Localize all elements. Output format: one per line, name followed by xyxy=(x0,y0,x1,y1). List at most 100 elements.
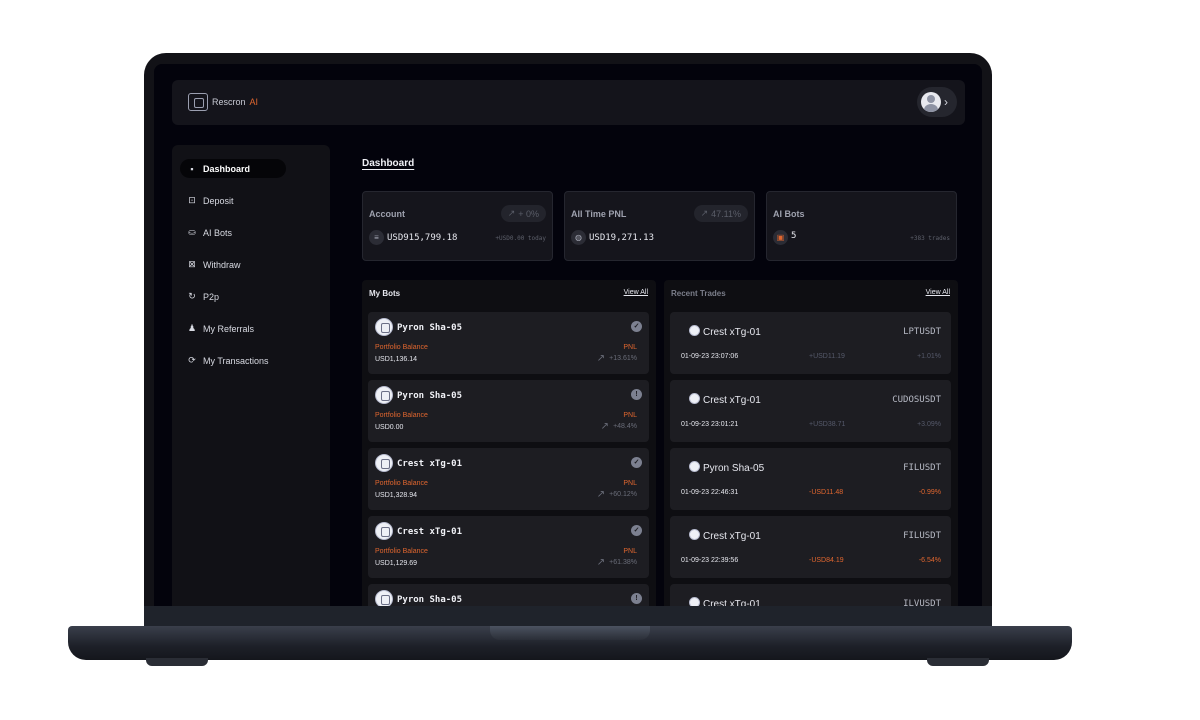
badge-text: + 0% xyxy=(518,208,539,219)
recent-trades-title: Recent Trades xyxy=(671,289,726,298)
trade-amount: +USD38.71 xyxy=(809,421,846,428)
portfolio-balance-label: Portfolio Balance xyxy=(375,480,428,487)
trade-time: 01-09-23 22:39:56 xyxy=(681,557,739,564)
portfolio-balance-value: USD1,129.69 xyxy=(375,560,418,567)
portfolio-balance-label: Portfolio Balance xyxy=(375,548,428,555)
portfolio-balance-value: USD0.00 xyxy=(375,424,404,431)
bot-name: Crest xTg-01 xyxy=(397,459,463,469)
sidebar-item-transactions[interactable]: ⟳ My Transactions xyxy=(180,351,300,370)
sidebar-item-dashboard[interactable]: ▪ Dashboard xyxy=(180,159,286,178)
pnl-label: All Time PNL xyxy=(571,209,627,219)
trend-up-icon: ↗ xyxy=(596,557,606,568)
bot-card[interactable]: Crest xTg-01 ✓ Portfolio Balance PNL USD… xyxy=(368,516,649,578)
robot-logo-icon xyxy=(188,93,208,111)
robot-icon: ▣ xyxy=(773,230,788,245)
sidebar-item-withdraw[interactable]: ⊠ Withdraw xyxy=(180,255,286,274)
pnl-card: All Time PNL ↗ 47.11% ◍ USD19,271.13 xyxy=(564,191,755,261)
trend-up-icon: ↗ xyxy=(596,353,606,364)
alert-icon: ! xyxy=(631,389,642,400)
bot-avatar-icon xyxy=(375,590,393,607)
trade-percent: -0.99% xyxy=(918,489,941,496)
trade-card[interactable]: Crest xTg-01 CUDOSUSDT 01-09-23 23:01:21… xyxy=(670,380,951,442)
bot-card[interactable]: Pyron Sha-05 ! xyxy=(368,584,649,607)
sidebar: ▪ Dashboard ⊡ Deposit ⛀ AI Bots ⊠ Withdr… xyxy=(172,145,330,607)
refresh-icon: ↻ xyxy=(188,291,196,301)
account-today-change: +USD0.00 today xyxy=(495,235,546,242)
wallet-icon: ≡ xyxy=(369,230,384,245)
pnl-label: PNL xyxy=(623,480,637,487)
ai-bots-card: AI Bots ▣ 5 +383 trades xyxy=(766,191,957,261)
trade-percent: +1.01% xyxy=(917,353,941,360)
account-balance: USD915,799.18 xyxy=(387,233,458,243)
trade-pair: LPTUSDT xyxy=(903,327,941,337)
portfolio-balance-label: Portfolio Balance xyxy=(375,344,428,351)
user-avatar-icon xyxy=(921,92,941,112)
deposit-icon: ⊡ xyxy=(188,195,196,205)
bot-card[interactable]: Pyron Sha-05 ✓ Portfolio Balance PNL USD… xyxy=(368,312,649,374)
bot-card[interactable]: Pyron Sha-05 ! Portfolio Balance PNL USD… xyxy=(368,380,649,442)
pnl-percent: +60.12% xyxy=(609,491,637,498)
my-bots-view-all-link[interactable]: View All xyxy=(624,289,648,296)
page-title: Dashboard xyxy=(362,158,415,169)
profile-menu-button[interactable]: › xyxy=(917,87,957,117)
account-change-badge: ↗ + 0% xyxy=(500,205,546,222)
trade-time: 01-09-23 23:07:06 xyxy=(681,353,739,360)
bot-card[interactable]: Crest xTg-01 ✓ Portfolio Balance PNL USD… xyxy=(368,448,649,510)
pnl-value: ↗ +48.4% xyxy=(601,421,637,432)
pnl-value: ↗ +60.12% xyxy=(597,489,637,500)
sidebar-item-ai-bots[interactable]: ⛀ AI Bots xyxy=(180,223,286,242)
withdraw-icon: ⊠ xyxy=(188,259,196,269)
trade-bot-name: Crest xTg-01 xyxy=(703,395,761,406)
trend-up-icon: ↗ xyxy=(600,421,610,432)
trade-percent: -6.54% xyxy=(918,557,941,564)
bot-name: Pyron Sha-05 xyxy=(397,391,463,401)
bot-name: Crest xTg-01 xyxy=(397,527,463,537)
trend-up-icon: ↗ xyxy=(700,208,709,218)
brand-logo[interactable]: Rescron AI xyxy=(188,93,258,111)
trade-card[interactable]: Pyron Sha-05 FILUSDT 01-09-23 22:46:31 -… xyxy=(670,448,951,510)
pnl-value: ↗ +13.61% xyxy=(597,353,637,364)
trade-card[interactable]: Crest xTg-01 ILVUSDT xyxy=(670,584,951,607)
account-label: Account xyxy=(369,209,405,219)
trade-card[interactable]: Crest xTg-01 FILUSDT 01-09-23 22:39:56 -… xyxy=(670,516,951,578)
pnl-value: ↗ +61.38% xyxy=(597,557,637,568)
laptop-foot-left xyxy=(146,658,208,666)
sidebar-item-p2p[interactable]: ↻ P2p xyxy=(180,287,286,306)
trade-amount: -USD11.48 xyxy=(809,489,844,496)
sync-icon: ⟳ xyxy=(188,355,196,365)
my-bots-panel: My Bots View All Pyron Sha-05 ✓ Portfoli… xyxy=(362,280,656,607)
ai-bots-count: 5 xyxy=(791,231,797,241)
sidebar-item-referrals[interactable]: ♟ My Referrals xyxy=(180,319,286,338)
laptop-notch xyxy=(490,626,650,640)
portfolio-balance-label: Portfolio Balance xyxy=(375,412,428,419)
bot-name: Pyron Sha-05 xyxy=(397,323,463,333)
pnl-percent: +61.38% xyxy=(609,559,637,566)
trade-bot-name: Crest xTg-01 xyxy=(703,531,761,542)
trend-up-icon: ↗ xyxy=(596,489,606,500)
verified-check-icon: ✓ xyxy=(631,525,642,536)
verified-check-icon: ✓ xyxy=(631,457,642,468)
pnl-percent: +13.61% xyxy=(609,355,637,362)
laptop-foot-right xyxy=(927,658,989,666)
bot-avatar-icon xyxy=(375,454,393,472)
recent-trades-view-all-link[interactable]: View All xyxy=(926,289,950,296)
brand-ai-suffix: AI xyxy=(249,97,259,107)
top-bar: Rescron AI › xyxy=(172,80,965,125)
my-bots-title: My Bots xyxy=(369,289,401,298)
laptop-hinge xyxy=(144,606,992,628)
trend-up-icon: ↗ xyxy=(507,208,516,218)
stage: Rescron AI › ▪ Dashboard ⊡ Deposit ⛀ AI … xyxy=(0,0,1200,720)
sidebar-item-deposit[interactable]: ⊡ Deposit xyxy=(180,191,286,210)
trade-card[interactable]: Crest xTg-01 LPTUSDT 01-09-23 23:07:06 +… xyxy=(670,312,951,374)
portfolio-balance-value: USD1,328.94 xyxy=(375,492,418,499)
trade-pair: CUDOSUSDT xyxy=(892,395,941,405)
app-screen: Rescron AI › ▪ Dashboard ⊡ Deposit ⛀ AI … xyxy=(154,64,982,607)
verified-check-icon: ✓ xyxy=(631,321,642,332)
bot-avatar-icon xyxy=(689,529,700,540)
bot-avatar-icon xyxy=(375,318,393,336)
bot-avatar-icon xyxy=(689,325,700,336)
ai-bots-label: AI Bots xyxy=(773,209,805,219)
trade-pair: FILUSDT xyxy=(903,463,941,473)
trade-percent: +3.09% xyxy=(917,421,941,428)
bot-avatar-icon xyxy=(689,461,700,472)
